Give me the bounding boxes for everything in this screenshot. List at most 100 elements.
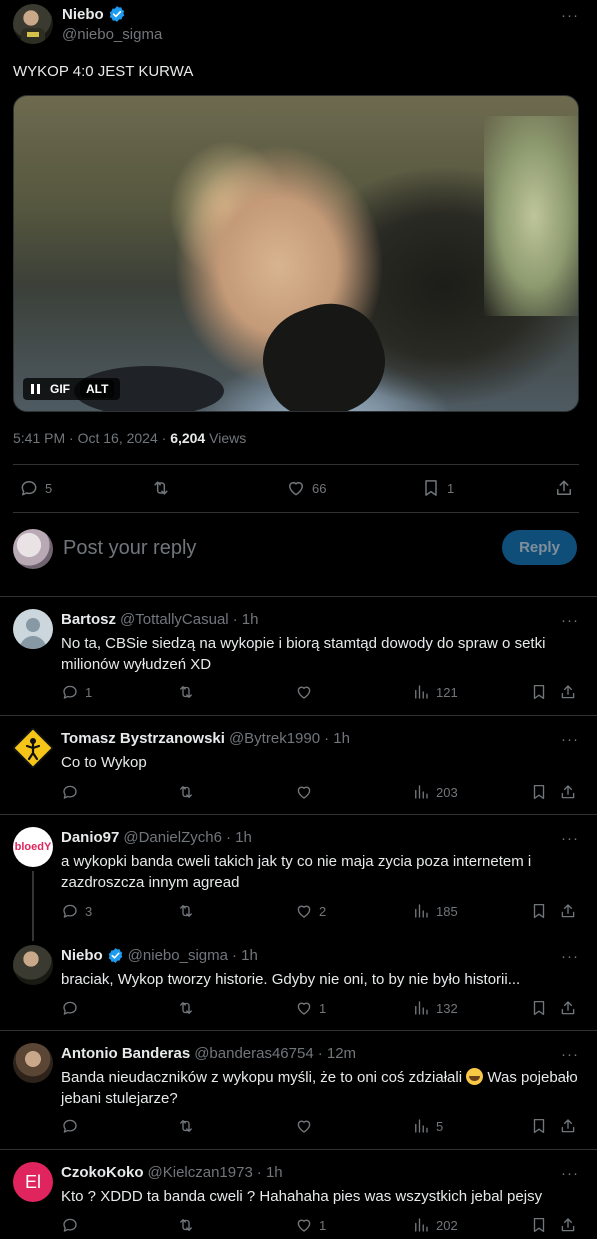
more-options-icon[interactable]: ···	[561, 6, 579, 24]
more-options-icon[interactable]: ···	[561, 829, 579, 847]
reply-author-name[interactable]: Niebo	[61, 947, 103, 964]
repost-action[interactable]	[176, 999, 196, 1017]
repost-action[interactable]	[176, 783, 196, 801]
reply-author-name[interactable]: Antonio Banderas	[61, 1045, 190, 1062]
reply-action[interactable]: 1	[61, 683, 92, 701]
reply-time[interactable]: · 1h	[324, 730, 350, 747]
share-action[interactable]	[559, 902, 577, 920]
reply-action[interactable]	[61, 1216, 79, 1234]
reply-action[interactable]	[61, 1117, 79, 1135]
reply-author-name[interactable]: Tomasz Bystrzanowski	[61, 730, 225, 747]
more-options-icon[interactable]: ···	[561, 611, 579, 629]
author-handle[interactable]: @niebo_sigma	[62, 26, 162, 43]
bookmark-count: 1	[447, 480, 455, 496]
reply-tweet[interactable]: Antonio Banderas @banderas46754 · 12m ··…	[0, 1031, 597, 1149]
reply-action-bar: 3 2 185	[0, 902, 597, 922]
share-action[interactable]	[559, 783, 577, 801]
tweet-time[interactable]: 5:41 PM · Oct 16, 2024 ·	[13, 430, 170, 446]
like-action[interactable]: 1	[295, 999, 326, 1017]
reply-action[interactable]: 3	[61, 902, 92, 920]
reply-time[interactable]: · 1h	[257, 1164, 283, 1181]
avatar[interactable]	[13, 945, 53, 985]
like-action[interactable]: 66	[286, 478, 326, 498]
avatar[interactable]: bloedY	[13, 827, 53, 867]
views-action[interactable]: 5	[412, 1117, 443, 1135]
views-action[interactable]: 132	[412, 999, 458, 1017]
reply-action[interactable]	[61, 999, 79, 1017]
tweet-gif[interactable]	[13, 95, 579, 412]
reply-author-handle[interactable]: @Kielczan1973	[148, 1164, 253, 1181]
more-options-icon[interactable]: ···	[561, 947, 579, 965]
avatar[interactable]: El	[13, 1162, 53, 1202]
reply-time[interactable]: · 1h	[232, 947, 258, 964]
reply-tweet[interactable]: Bartosz @TottallyCasual · 1h ··· No ta, …	[0, 597, 597, 715]
views-action[interactable]: 203	[412, 783, 458, 801]
views-action[interactable]: 202	[412, 1216, 458, 1234]
repost-action[interactable]	[176, 1216, 196, 1234]
bookmark-action[interactable]	[530, 902, 548, 920]
like-count: 66	[312, 480, 327, 496]
views-count: 6,204	[170, 430, 206, 446]
bookmark-action[interactable]	[530, 1117, 548, 1135]
avatar[interactable]	[13, 1043, 53, 1083]
reply-button[interactable]: Reply	[502, 530, 577, 565]
reply-author-name[interactable]: CzokoKoko	[61, 1164, 144, 1181]
share-action[interactable]	[559, 999, 577, 1017]
share-action[interactable]	[559, 1216, 577, 1234]
avatar[interactable]	[13, 609, 53, 649]
share-action[interactable]	[559, 683, 577, 701]
more-options-icon[interactable]: ···	[561, 1045, 579, 1063]
heart-icon	[297, 786, 311, 799]
share-action[interactable]	[554, 478, 574, 498]
reply-icon	[63, 1218, 77, 1232]
bookmark-action[interactable]: 1	[421, 478, 454, 498]
reply-tweet[interactable]: El CzokoKoko @Kielczan1973 · 1h ··· Kto …	[0, 1150, 597, 1239]
reply-action[interactable]	[61, 783, 79, 801]
repost-action[interactable]	[176, 1117, 196, 1135]
reply-tweet[interactable]: Niebo @niebo_sigma · 1h ··· braciak, Wyk…	[0, 933, 597, 1030]
reply-author-name[interactable]: Danio97	[61, 829, 119, 846]
reply-tweet[interactable]: bloedY Danio97 @DanielZych6 · 1h ··· a w…	[0, 815, 597, 941]
repost-action[interactable]	[176, 683, 196, 701]
reply-time[interactable]: · 1h	[233, 611, 259, 628]
like-action[interactable]: 1	[295, 1216, 326, 1234]
author-name[interactable]: Niebo	[62, 6, 104, 23]
like-action[interactable]	[295, 783, 313, 801]
reply-author-handle[interactable]: @niebo_sigma	[128, 947, 228, 964]
more-options-icon[interactable]: ···	[561, 1164, 579, 1182]
reply-action[interactable]: 5	[19, 478, 52, 498]
bookmark-action[interactable]	[530, 783, 548, 801]
views-action[interactable]: 121	[412, 683, 458, 701]
reply-author-handle[interactable]: @DanielZych6	[123, 829, 222, 846]
heart-icon	[297, 1219, 311, 1232]
author-name-row[interactable]: Niebo	[62, 5, 126, 23]
bookmark-icon	[425, 480, 437, 496]
share-action[interactable]	[559, 1117, 577, 1135]
alt-button[interactable]: ALT	[80, 380, 115, 398]
views-action[interactable]: 185	[412, 902, 458, 920]
reply-input[interactable]: Post your reply	[63, 537, 196, 560]
avatar[interactable]	[13, 728, 53, 768]
reply-time[interactable]: · 12m	[318, 1045, 356, 1062]
reply-author-handle[interactable]: @banderas46754	[194, 1045, 314, 1062]
repost-action[interactable]	[176, 902, 196, 920]
author-avatar[interactable]	[13, 4, 53, 44]
bookmark-action[interactable]	[530, 999, 548, 1017]
like-action[interactable]	[295, 1117, 313, 1135]
reply-text: Kto ? XDDD ta banda cweli ? Hahahaha pie…	[61, 1188, 543, 1205]
pause-icon[interactable]	[31, 384, 40, 394]
verified-badge-icon	[108, 948, 122, 963]
reply-author-handle[interactable]: @TottallyCasual	[120, 611, 229, 628]
reply-author-name[interactable]: Bartosz	[61, 611, 116, 628]
repost-action[interactable]	[150, 478, 178, 498]
more-options-icon[interactable]: ···	[561, 730, 579, 748]
current-user-avatar[interactable]	[13, 529, 53, 569]
bookmark-action[interactable]	[530, 1216, 548, 1234]
bookmark-action[interactable]	[530, 683, 548, 701]
reply-tweet[interactable]: Tomasz Bystrzanowski @Bytrek1990 · 1h ··…	[0, 716, 597, 814]
like-action[interactable]	[295, 683, 319, 701]
reply-author-handle[interactable]: @Bytrek1990	[229, 730, 320, 747]
like-action[interactable]: 2	[295, 902, 326, 920]
repost-icon	[180, 1219, 192, 1231]
reply-time[interactable]: · 1h	[226, 829, 252, 846]
